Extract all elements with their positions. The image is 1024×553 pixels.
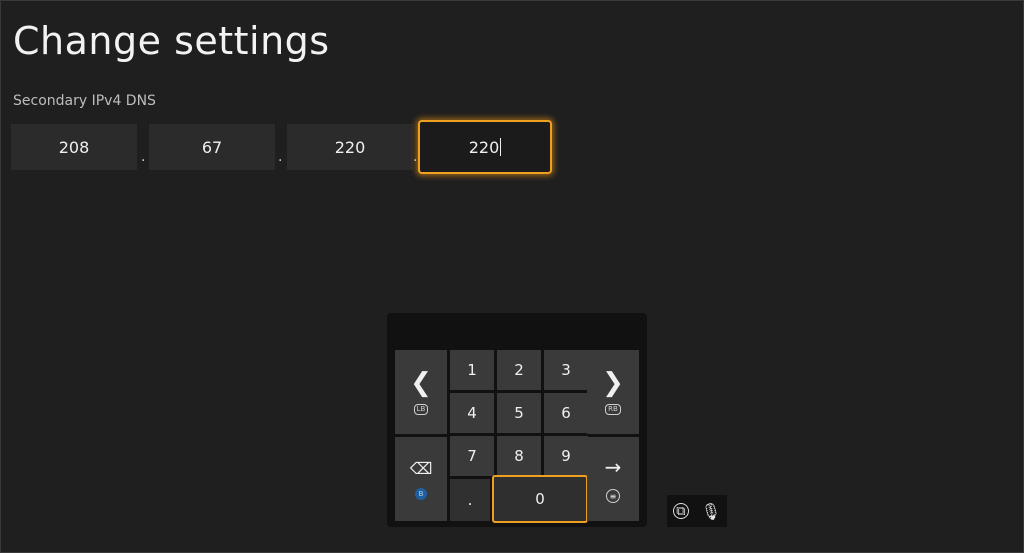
cursor-left-key[interactable]: ❮ LB <box>395 350 447 434</box>
b-button-icon: B <box>415 487 427 500</box>
cursor-right-key[interactable]: ❯ RB <box>587 350 639 434</box>
page-title: Change settings <box>13 19 330 63</box>
octet-4-input[interactable]: 220 <box>418 120 552 174</box>
voice-input-bar: ⧉ 🎙 <box>667 495 727 527</box>
key-5[interactable]: 5 <box>497 393 541 433</box>
octet-4-value: 220 <box>468 137 500 157</box>
screen: Change settings Secondary IPv4 DNS 208 .… <box>0 0 1024 553</box>
octet-separator: . <box>413 149 418 165</box>
rb-badge: RB <box>605 403 621 415</box>
key-9[interactable]: 9 <box>544 436 588 476</box>
view-icon[interactable]: ⧉ <box>672 503 689 519</box>
chevron-left-icon: ❮ <box>410 367 432 398</box>
octet-3-input[interactable]: 220 <box>287 124 413 170</box>
key-3[interactable]: 3 <box>544 350 588 390</box>
microphone-icon[interactable]: 🎙 <box>701 502 721 521</box>
dns-field-label: Secondary IPv4 DNS <box>13 93 156 109</box>
text-caret <box>500 138 502 156</box>
backspace-icon: ⌫ <box>409 458 433 478</box>
octet-2-input[interactable]: 67 <box>149 124 275 170</box>
key-0[interactable]: 0 <box>492 475 588 523</box>
backspace-key[interactable]: ⌫ B <box>395 437 447 521</box>
enter-key[interactable]: → ≡ <box>587 437 639 521</box>
key-dot[interactable]: . <box>450 479 490 521</box>
key-2[interactable]: 2 <box>497 350 541 390</box>
menu-icon: ≡ <box>606 489 620 503</box>
chevron-right-icon: ❯ <box>602 367 624 398</box>
octet-separator: . <box>278 149 283 165</box>
on-screen-keypad: ❮ LB ⌫ B 1 2 3 4 5 6 7 8 9 . 0 ❯ RB → ≡ <box>387 313 647 527</box>
key-8[interactable]: 8 <box>497 436 541 476</box>
key-7[interactable]: 7 <box>450 436 494 476</box>
octet-1-input[interactable]: 208 <box>11 124 137 170</box>
key-1[interactable]: 1 <box>450 350 494 390</box>
arrow-right-icon: → <box>604 455 622 479</box>
key-6[interactable]: 6 <box>544 393 588 433</box>
key-4[interactable]: 4 <box>450 393 494 433</box>
octet-separator: . <box>141 149 146 165</box>
lb-badge: LB <box>413 403 429 415</box>
